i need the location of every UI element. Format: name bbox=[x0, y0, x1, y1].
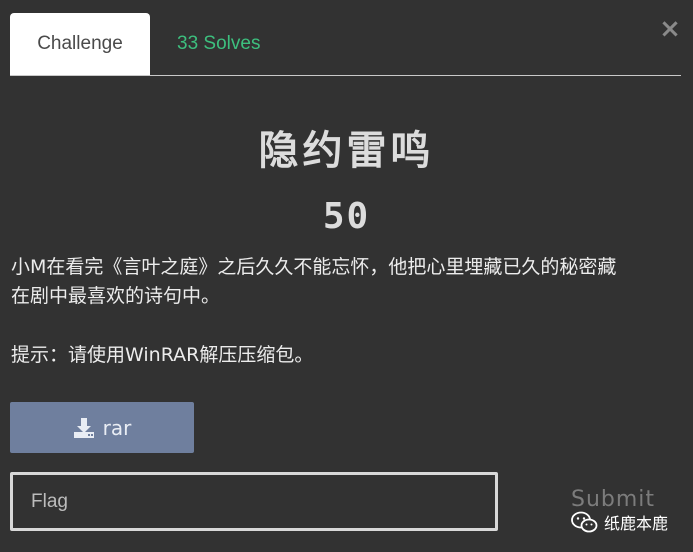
description-line: 在剧中最喜欢的诗句中。 bbox=[11, 285, 221, 307]
challenge-modal: Challenge 33 Solves × 隐约雷鸣 50 小M在看完《言叶之庭… bbox=[0, 0, 693, 552]
download-label: rar bbox=[102, 415, 132, 440]
tab-challenge-label: Challenge bbox=[37, 33, 123, 54]
challenge-points: 50 bbox=[322, 196, 371, 237]
wechat-icon bbox=[570, 510, 598, 534]
submit-button[interactable]: Submit bbox=[571, 487, 655, 512]
tab-solves[interactable]: 33 Solves bbox=[177, 13, 260, 75]
download-icon bbox=[73, 417, 95, 439]
tab-challenge[interactable]: Challenge bbox=[10, 13, 150, 75]
description-line: 小M在看完《言叶之庭》之后久久不能忘怀，他把心里埋藏已久的秘密藏 bbox=[11, 256, 617, 278]
challenge-hint: 提示：请使用WinRAR解压压缩包。 bbox=[11, 344, 314, 366]
tab-solves-label: 33 Solves bbox=[177, 33, 261, 54]
challenge-description: 小M在看完《言叶之庭》之后久久不能忘怀，他把心里埋藏已久的秘密藏 在剧中最喜欢的… bbox=[11, 253, 691, 311]
challenge-title: 隐约雷鸣 bbox=[258, 128, 435, 174]
watermark-text: 纸鹿本鹿 bbox=[604, 514, 669, 533]
flag-input[interactable] bbox=[10, 472, 498, 531]
close-icon[interactable]: × bbox=[659, 16, 681, 42]
watermark: 纸鹿本鹿 bbox=[570, 510, 668, 534]
tab-bar: Challenge 33 Solves bbox=[10, 13, 681, 76]
download-rar-button[interactable]: rar bbox=[10, 402, 194, 453]
